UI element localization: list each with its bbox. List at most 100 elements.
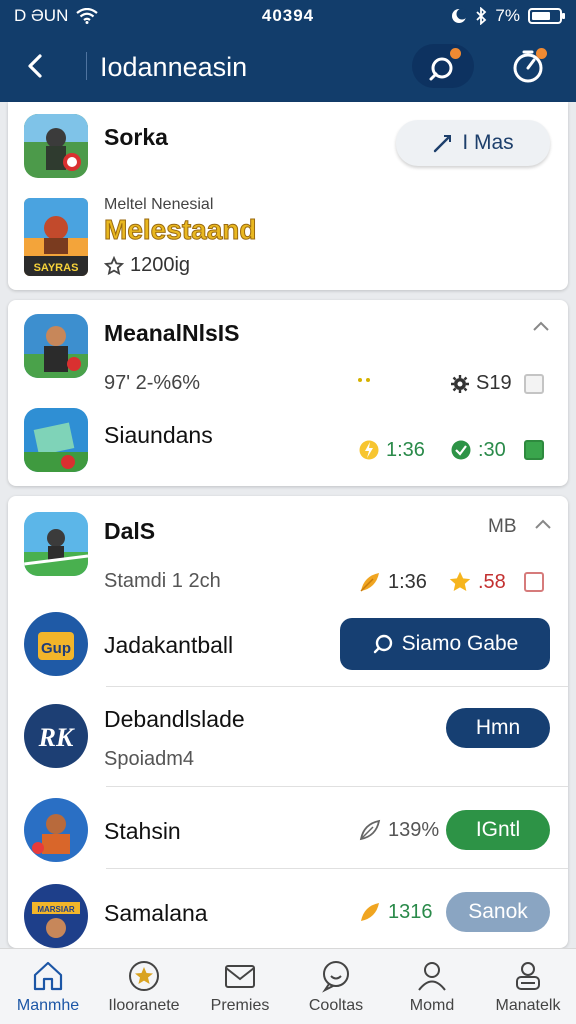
time-row: 1:36 (358, 570, 427, 594)
tab-label: Cooltas (308, 997, 364, 1014)
igntl-button-label: IGntl (475, 818, 521, 841)
tab-manatelk[interactable]: Manatelk (480, 949, 576, 1024)
game-art-icon (24, 114, 88, 178)
chat-icon (322, 961, 349, 993)
value-text: 1316 (388, 900, 433, 923)
search-game-label: Siamo Gabe (401, 632, 519, 655)
tab-premies[interactable]: Premies (192, 949, 288, 1024)
game-art-icon (24, 798, 88, 862)
app-icon-promo[interactable]: SAYRAS (24, 198, 88, 276)
promo-icon-text: SAYRAS (34, 262, 79, 274)
app-icon-meanal[interactable] (24, 314, 88, 378)
promo-title: Melestaand (104, 214, 257, 246)
tab-label: Manatelk (495, 997, 561, 1014)
game-art-icon: Gup (24, 612, 88, 676)
tab-cooltas[interactable]: Cooltas (288, 949, 384, 1024)
search-game-button[interactable]: Siamo Gabe (340, 618, 550, 670)
samalana-icon-text: MARSIAR (37, 905, 75, 914)
sanok-button[interactable]: Sanok (446, 892, 550, 932)
search-button[interactable] (412, 44, 474, 88)
person-icon (516, 962, 540, 990)
games-list-card: DalS MB Stamdi 1 2ch 1:36 .58 Gup Jadaka… (8, 496, 568, 948)
tools-icon (434, 135, 452, 153)
notification-dot (536, 48, 547, 59)
more-button-label: I Mas (462, 131, 514, 154)
notification-dot (450, 48, 461, 59)
app-name: MeanalNlsIS (104, 320, 240, 346)
promo-caption: Meltel Nenesial (104, 196, 214, 213)
time-row-2: :30 (450, 438, 506, 462)
app-name: Sorka (104, 124, 168, 150)
time-text-2: :30 (478, 438, 506, 461)
game-art-icon: RK (24, 704, 88, 768)
jada-icon-text: Gup (41, 640, 71, 657)
game-art-icon (24, 512, 88, 576)
percent-text: 139% (388, 818, 440, 841)
timer-button[interactable] (500, 44, 556, 88)
app-icon-siaundans[interactable] (24, 408, 88, 472)
back-button[interactable] (18, 48, 54, 84)
more-button[interactable]: I Mas (396, 120, 550, 166)
gear-icon (451, 374, 469, 393)
app-icon-debandlslade[interactable]: RK (24, 704, 88, 768)
row-divider (106, 868, 568, 869)
app-name: Jadakantball (104, 632, 234, 658)
count-text: S19 (476, 372, 512, 394)
hmn-button[interactable]: Hmn (446, 708, 550, 748)
chevron-up-icon[interactable] (534, 518, 552, 530)
chevron-left-icon (28, 54, 42, 78)
search-icon (429, 57, 453, 81)
rating-row: 1200ig (104, 254, 190, 277)
tab-home[interactable]: Manmhe (0, 949, 96, 1024)
tab-favorites[interactable]: Ilooranete (96, 949, 192, 1024)
app-icon-samalana[interactable]: MARSIAR (24, 884, 88, 948)
row-divider (106, 786, 568, 787)
score-text: .58 (478, 570, 506, 593)
battery-percent: 7% (495, 6, 520, 25)
sanok-button-label: Sanok (468, 900, 528, 923)
status-bar: D ƏUN 40394 7% (0, 0, 576, 32)
app-name: Siaundans (104, 422, 213, 448)
hmn-button-label: Hmn (475, 716, 521, 739)
app-icon-jadakantball[interactable]: Gup (24, 612, 88, 676)
search-icon (373, 634, 392, 654)
tab-label: Momd (409, 997, 455, 1014)
star-outline-icon (104, 255, 124, 275)
stats-card: MeanalNlsIS 97' 2-%6% S19 Siaundans 1:36 (8, 300, 568, 486)
status-right: 7% (451, 6, 565, 26)
nav-divider (86, 52, 87, 80)
time-text: 1:36 (388, 570, 427, 593)
bluetooth-icon (476, 7, 487, 25)
app-icon-dals[interactable] (24, 512, 88, 576)
value-row: 1316 (358, 900, 433, 924)
game-art-icon (24, 314, 88, 378)
app-icon-stahsin[interactable] (24, 798, 88, 862)
tab-label: Manmhe (16, 997, 80, 1014)
app-name: DalS (104, 518, 156, 544)
loading-dots-icon (358, 378, 372, 384)
select-checkbox[interactable] (524, 440, 544, 460)
app-subtitle: Stamdi 1 2ch (104, 570, 221, 592)
time-row-1: 1:36 (358, 438, 425, 462)
app-name: Stahsin (104, 818, 181, 844)
tab-momd[interactable]: Momd (384, 949, 480, 1024)
featured-card: Sorka I Mas SAYRAS Meltel Nenesial Meles… (8, 102, 568, 290)
app-subtitle: Spoiadm4 (104, 748, 195, 770)
chevron-up-icon[interactable] (532, 320, 550, 332)
percent-row: 139% (358, 818, 439, 842)
nav-bar: Iodanneasin (0, 36, 576, 96)
count-row: S19 (450, 372, 512, 395)
select-checkbox[interactable] (524, 374, 544, 394)
tab-label: Ilooranete (108, 997, 180, 1014)
time-text-1: 1:36 (386, 438, 425, 461)
select-checkbox[interactable] (524, 572, 544, 592)
app-name: Debandlslade (104, 706, 245, 732)
leaf-icon (361, 903, 379, 921)
battery-icon (528, 8, 565, 24)
igntl-button[interactable]: IGntl (446, 810, 550, 850)
timer-icon (513, 50, 543, 83)
star-icon (129, 961, 159, 991)
app-icon-sorka[interactable] (24, 114, 88, 178)
user-icon (418, 962, 446, 991)
rating-text: 1200ig (130, 254, 191, 276)
